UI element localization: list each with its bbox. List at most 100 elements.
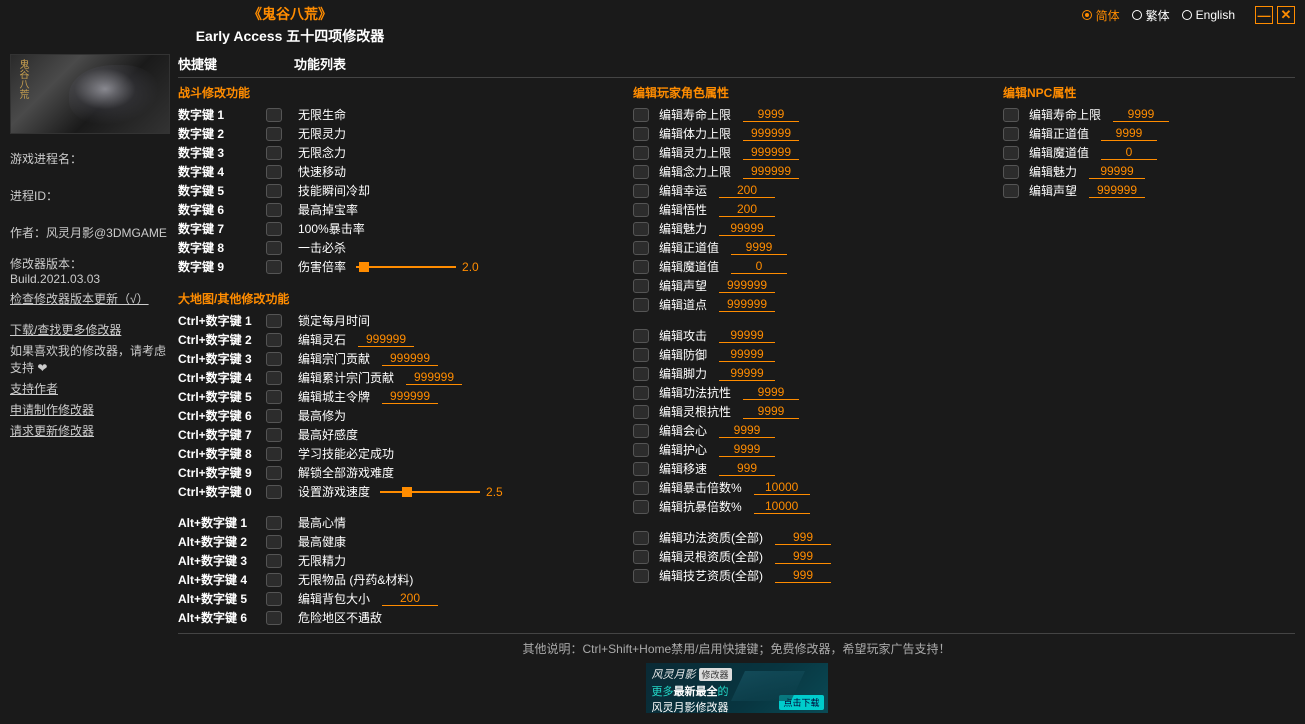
close-button[interactable]: ✕ [1277, 6, 1295, 24]
value-input[interactable]: 9999 [719, 442, 775, 457]
value-input[interactable]: 999999 [719, 278, 775, 293]
toggle-checkbox[interactable] [266, 241, 282, 255]
toggle-checkbox[interactable] [633, 386, 649, 400]
ad-banner[interactable]: 风灵月影修改器 更多最新最全的 风灵月影修改器 点击下载 [646, 663, 828, 713]
value-input[interactable]: 9999 [743, 404, 799, 419]
value-input[interactable]: 999 [719, 461, 775, 476]
value-input[interactable]: 999999 [406, 370, 462, 385]
value-input[interactable]: 9999 [1113, 107, 1169, 122]
value-input[interactable]: 9999 [743, 107, 799, 122]
value-input[interactable]: 0 [1101, 145, 1157, 160]
toggle-checkbox[interactable] [633, 443, 649, 457]
toggle-checkbox[interactable] [266, 611, 282, 625]
toggle-checkbox[interactable] [633, 367, 649, 381]
toggle-checkbox[interactable] [266, 260, 282, 274]
toggle-checkbox[interactable] [633, 127, 649, 141]
toggle-checkbox[interactable] [633, 279, 649, 293]
toggle-checkbox[interactable] [266, 573, 282, 587]
value-input[interactable]: 99999 [719, 221, 775, 236]
toggle-checkbox[interactable] [633, 222, 649, 236]
value-input[interactable]: 999 [775, 549, 831, 564]
toggle-checkbox[interactable] [266, 165, 282, 179]
value-input[interactable]: 999999 [743, 126, 799, 141]
download-link[interactable]: 下载/查找更多修改器 [10, 321, 170, 338]
lang-english[interactable]: English [1182, 8, 1235, 22]
value-input[interactable]: 9999 [719, 423, 775, 438]
value-input[interactable]: 999999 [1089, 183, 1145, 198]
value-input[interactable]: 999999 [719, 297, 775, 312]
value-input[interactable]: 999 [775, 568, 831, 583]
value-input[interactable]: 9999 [1101, 126, 1157, 141]
value-input[interactable]: 200 [382, 591, 438, 606]
toggle-checkbox[interactable] [266, 333, 282, 347]
slider[interactable]: 2.5 [380, 485, 503, 499]
toggle-checkbox[interactable] [633, 329, 649, 343]
value-input[interactable]: 9999 [731, 240, 787, 255]
toggle-checkbox[interactable] [633, 108, 649, 122]
value-input[interactable]: 200 [719, 183, 775, 198]
toggle-checkbox[interactable] [633, 424, 649, 438]
toggle-checkbox[interactable] [633, 500, 649, 514]
toggle-checkbox[interactable] [633, 569, 649, 583]
minimize-button[interactable]: — [1255, 6, 1273, 24]
toggle-checkbox[interactable] [1003, 146, 1019, 160]
toggle-checkbox[interactable] [633, 405, 649, 419]
toggle-checkbox[interactable] [633, 165, 649, 179]
toggle-checkbox[interactable] [266, 146, 282, 160]
lang-traditional[interactable]: 繁体 [1132, 7, 1170, 24]
support-author-link[interactable]: 支持作者 [10, 380, 170, 397]
value-input[interactable]: 999999 [382, 389, 438, 404]
toggle-checkbox[interactable] [266, 516, 282, 530]
value-input[interactable]: 0 [731, 259, 787, 274]
request-update-link[interactable]: 请求更新修改器 [10, 422, 170, 439]
toggle-checkbox[interactable] [1003, 165, 1019, 179]
check-update-link[interactable]: 检查修改器版本更新（√） [10, 290, 170, 307]
toggle-checkbox[interactable] [633, 260, 649, 274]
toggle-checkbox[interactable] [266, 466, 282, 480]
value-input[interactable]: 99999 [1089, 164, 1145, 179]
slider[interactable]: 2.0 [356, 260, 479, 274]
toggle-checkbox[interactable] [266, 352, 282, 366]
toggle-checkbox[interactable] [633, 298, 649, 312]
value-input[interactable]: 999999 [382, 351, 438, 366]
toggle-checkbox[interactable] [266, 203, 282, 217]
toggle-checkbox[interactable] [266, 428, 282, 442]
toggle-checkbox[interactable] [266, 390, 282, 404]
toggle-checkbox[interactable] [633, 550, 649, 564]
toggle-checkbox[interactable] [266, 409, 282, 423]
toggle-checkbox[interactable] [1003, 184, 1019, 198]
toggle-checkbox[interactable] [633, 462, 649, 476]
lang-simplified[interactable]: 简体 [1082, 7, 1120, 24]
value-input[interactable]: 99999 [719, 328, 775, 343]
toggle-checkbox[interactable] [266, 127, 282, 141]
value-input[interactable]: 999 [775, 530, 831, 545]
value-input[interactable]: 999999 [743, 145, 799, 160]
toggle-checkbox[interactable] [633, 184, 649, 198]
toggle-checkbox[interactable] [266, 592, 282, 606]
toggle-checkbox[interactable] [633, 531, 649, 545]
toggle-checkbox[interactable] [633, 348, 649, 362]
toggle-checkbox[interactable] [266, 447, 282, 461]
value-input[interactable]: 99999 [719, 347, 775, 362]
toggle-checkbox[interactable] [266, 554, 282, 568]
value-input[interactable]: 999999 [358, 332, 414, 347]
ad-download-button[interactable]: 点击下载 [779, 695, 823, 710]
toggle-checkbox[interactable] [266, 485, 282, 499]
toggle-checkbox[interactable] [266, 108, 282, 122]
toggle-checkbox[interactable] [1003, 108, 1019, 122]
toggle-checkbox[interactable] [633, 203, 649, 217]
toggle-checkbox[interactable] [633, 481, 649, 495]
toggle-checkbox[interactable] [633, 146, 649, 160]
toggle-checkbox[interactable] [266, 535, 282, 549]
toggle-checkbox[interactable] [266, 222, 282, 236]
request-make-link[interactable]: 申请制作修改器 [10, 401, 170, 418]
value-input[interactable]: 999999 [743, 164, 799, 179]
value-input[interactable]: 10000 [754, 480, 810, 495]
toggle-checkbox[interactable] [266, 184, 282, 198]
toggle-checkbox[interactable] [266, 371, 282, 385]
toggle-checkbox[interactable] [1003, 127, 1019, 141]
value-input[interactable]: 9999 [743, 385, 799, 400]
value-input[interactable]: 99999 [719, 366, 775, 381]
toggle-checkbox[interactable] [633, 241, 649, 255]
value-input[interactable]: 200 [719, 202, 775, 217]
